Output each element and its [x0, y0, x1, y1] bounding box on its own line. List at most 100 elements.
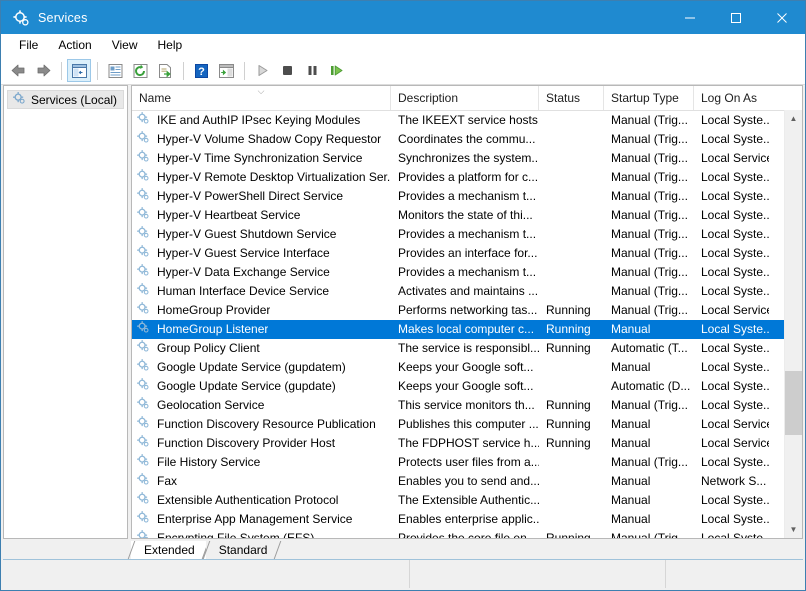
- table-row[interactable]: Hyper-V Guest Shutdown Service Provides a…: [132, 225, 785, 244]
- cell-text: Geolocation Service: [157, 398, 265, 412]
- cell-logon: Local Service: [694, 434, 769, 453]
- cell-name: Hyper-V Data Exchange Service: [132, 263, 391, 283]
- cell-logon: Local Service: [694, 301, 769, 320]
- cell-name: Extensible Authentication Protocol: [132, 491, 391, 511]
- console-tree-pane: Services (Local): [3, 85, 128, 539]
- menu-file[interactable]: File: [9, 35, 48, 55]
- stop-service-button[interactable]: [275, 59, 299, 82]
- table-row[interactable]: Human Interface Device Service Activates …: [132, 282, 785, 301]
- cell-logon: Local Syste...: [694, 168, 769, 187]
- table-row[interactable]: Extensible Authentication Protocol The Ex…: [132, 491, 785, 510]
- cell-logon: Local Syste...: [694, 377, 769, 396]
- service-gear-icon: [136, 529, 152, 538]
- list-body: IKE and AuthIP IPsec Keying Modules The I…: [132, 111, 802, 538]
- table-row[interactable]: Function Discovery Provider Host The FDPH…: [132, 434, 785, 453]
- column-header-description[interactable]: Description: [391, 86, 539, 110]
- table-row[interactable]: Hyper-V Time Synchronization Service Sync…: [132, 149, 785, 168]
- cell-text: Enterprise App Management Service: [157, 512, 353, 526]
- show-hide-console-tree-button[interactable]: [67, 59, 91, 82]
- table-row[interactable]: Hyper-V Guest Service Interface Provides …: [132, 244, 785, 263]
- minimize-button[interactable]: [667, 1, 713, 34]
- cell-text: Manual (Trig...: [611, 113, 688, 127]
- back-button[interactable]: [6, 59, 30, 82]
- table-row[interactable]: Fax Enables you to send and... Manual Netwo…: [132, 472, 785, 491]
- tree-item-services-local[interactable]: Services (Local): [7, 90, 124, 109]
- tab-standard[interactable]: Standard: [205, 541, 279, 559]
- cell-text: Hyper-V Data Exchange Service: [157, 265, 330, 279]
- table-row[interactable]: Hyper-V Data Exchange Service Provides a …: [132, 263, 785, 282]
- refresh-button[interactable]: [128, 59, 152, 82]
- table-row[interactable]: HomeGroup Listener Makes local computer c…: [132, 320, 785, 339]
- toolbar-separator: [97, 61, 98, 80]
- cell-text: Local Syste...: [701, 322, 769, 336]
- cell-text: Activates and maintains ...: [398, 284, 539, 298]
- table-row[interactable]: Geolocation Service This service monitors…: [132, 396, 785, 415]
- menu-action[interactable]: Action: [48, 35, 101, 55]
- cell-logon: Local Syste...: [694, 529, 769, 538]
- close-button[interactable]: [759, 1, 805, 34]
- column-header-status[interactable]: Status: [539, 86, 604, 110]
- column-header-log-on-as[interactable]: Log On As: [694, 86, 769, 110]
- table-row[interactable]: Google Update Service (gupdate) Keeps you…: [132, 377, 785, 396]
- cell-text: Extensible Authentication Protocol: [157, 493, 339, 507]
- cell-name: Encrypting File System (EFS): [132, 529, 391, 538]
- cell-description: Activates and maintains ...: [391, 282, 539, 301]
- table-row[interactable]: Group Policy Client The service is respon…: [132, 339, 785, 358]
- cell-startup: Manual (Trig...: [604, 206, 694, 225]
- table-row[interactable]: Hyper-V PowerShell Direct Service Provide…: [132, 187, 785, 206]
- cell-text: Keeps your Google soft...: [398, 360, 534, 374]
- tab-extended[interactable]: Extended: [131, 541, 206, 559]
- cell-text: Group Policy Client: [157, 341, 260, 355]
- maximize-button[interactable]: [713, 1, 759, 34]
- table-row[interactable]: Google Update Service (gupdatem) Keeps yo…: [132, 358, 785, 377]
- pause-service-button[interactable]: [300, 59, 324, 82]
- show-hide-action-pane-button[interactable]: [214, 59, 238, 82]
- help-button[interactable]: ?: [189, 59, 213, 82]
- status-pane-left: [3, 560, 410, 588]
- scrollbar-track[interactable]: [785, 127, 802, 521]
- cell-text: Local Syste...: [701, 398, 769, 412]
- service-gear-icon: [136, 111, 152, 131]
- menu-help[interactable]: Help: [148, 35, 193, 55]
- cell-text: Manual (Trig...: [611, 246, 688, 260]
- cell-description: The IKEEXT service hosts...: [391, 111, 539, 130]
- cell-text: HomeGroup Listener: [157, 322, 269, 336]
- cell-status: Running: [539, 396, 604, 415]
- menu-view[interactable]: View: [102, 35, 148, 55]
- scroll-up-arrow-icon[interactable]: ▲: [785, 110, 802, 127]
- table-row[interactable]: Enterprise App Management Service Enables…: [132, 510, 785, 529]
- table-row[interactable]: IKE and AuthIP IPsec Keying Modules The I…: [132, 111, 785, 130]
- cell-text: Synchronizes the system...: [398, 151, 539, 165]
- cell-text: Hyper-V PowerShell Direct Service: [157, 189, 344, 203]
- cell-logon: Local Syste...: [694, 339, 769, 358]
- cell-description: Synchronizes the system...: [391, 149, 539, 168]
- table-row[interactable]: File History Service Protects user files …: [132, 453, 785, 472]
- table-row[interactable]: Hyper-V Remote Desktop Virtualization Se…: [132, 168, 785, 187]
- export-list-button[interactable]: [153, 59, 177, 82]
- properties-button[interactable]: [103, 59, 127, 82]
- table-row[interactable]: Function Discovery Resource Publication P…: [132, 415, 785, 434]
- services-gear-icon: [12, 9, 30, 27]
- start-service-button[interactable]: [250, 59, 274, 82]
- column-header-name[interactable]: ⌵ Name: [132, 86, 391, 110]
- column-header-startup-type[interactable]: Startup Type: [604, 86, 694, 110]
- cell-startup: Manual (Trig...: [604, 149, 694, 168]
- cell-text: Hyper-V Guest Shutdown Service: [157, 227, 337, 241]
- service-gear-icon: [136, 453, 152, 473]
- scroll-down-arrow-icon[interactable]: ▼: [785, 521, 802, 538]
- cell-text: Manual (Trig...: [611, 151, 688, 165]
- service-gear-icon: [136, 358, 152, 378]
- services-window: Services File Action View Help ? Service…: [0, 0, 806, 591]
- forward-button[interactable]: [31, 59, 55, 82]
- table-row[interactable]: Hyper-V Heartbeat Service Monitors the st…: [132, 206, 785, 225]
- restart-service-button[interactable]: [325, 59, 349, 82]
- table-row[interactable]: HomeGroup Provider Performs networking ta…: [132, 301, 785, 320]
- table-row[interactable]: Hyper-V Volume Shadow Copy Requestor Coor…: [132, 130, 785, 149]
- menu-bar: File Action View Help: [1, 34, 805, 57]
- cell-text: Running: [546, 322, 591, 336]
- vertical-scrollbar[interactable]: ▲ ▼: [784, 110, 802, 538]
- table-row[interactable]: Encrypting File System (EFS) Provides the…: [132, 529, 785, 538]
- scrollbar-thumb[interactable]: [785, 371, 802, 436]
- cell-text: Manual: [611, 360, 651, 374]
- cell-name: Hyper-V Heartbeat Service: [132, 206, 391, 226]
